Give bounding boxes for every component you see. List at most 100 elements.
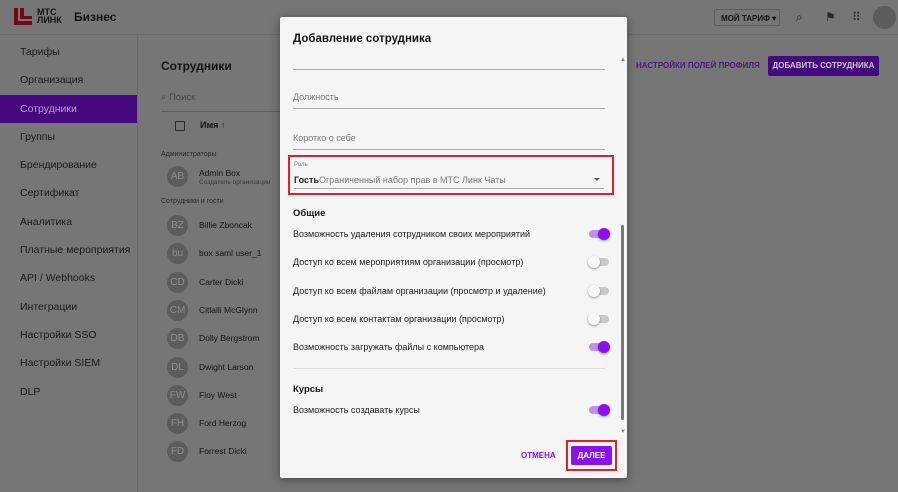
dialog-scrollbar[interactable]: ▲ ▼ (619, 57, 626, 437)
permission-toggle[interactable] (589, 341, 610, 354)
avatar: DL (167, 356, 188, 378)
toggle-knob (588, 256, 600, 269)
mts-link-logo (14, 8, 32, 25)
flag-icon[interactable]: ⚑ (825, 10, 836, 24)
sidebar-item-groups[interactable]: Группы (0, 123, 137, 151)
my-tariff-dropdown[interactable]: МОЙ ТАРИФ ▾ (714, 9, 780, 26)
role-value: Гость (294, 175, 319, 185)
next-button-highlight: ДАЛЕЕ (566, 440, 617, 471)
sidebar-item-tariffs[interactable]: Тарифы (0, 38, 137, 66)
column-name-header[interactable]: Имя ↑ (200, 120, 225, 130)
person-name: Forrest Dicki (199, 446, 247, 457)
scroll-up-icon[interactable]: ▲ (620, 57, 626, 63)
permission-row: Доступ ко всем контактам организации (пр… (293, 312, 609, 327)
permission-label: Возможность удаления сотрудником своих м… (293, 229, 531, 239)
list-item[interactable]: FD Forrest Dicki (167, 441, 277, 469)
toggle-knob (598, 404, 610, 416)
sidebar-item-organization[interactable]: Организация (0, 66, 137, 94)
avatar: CM (167, 299, 188, 321)
brand-name: Бизнес (74, 10, 117, 24)
add-employee-dialog: Добавление сотрудника Должность Коротко … (280, 17, 627, 478)
sidebar-item-sso[interactable]: Настройки SSO (0, 321, 137, 349)
permission-row: Доступ ко всем файлам организации (просм… (293, 284, 609, 299)
person-name: Carter Dicki (199, 276, 244, 287)
person-name: Floy West (199, 389, 237, 400)
about-input[interactable]: Коротко о себе (293, 133, 605, 150)
avatar: CD (167, 271, 188, 293)
person-name: Ford Herzog (199, 418, 247, 429)
role-select[interactable]: Роль Гость Ограниченный набор прав в МТС… (288, 155, 614, 195)
list-item[interactable]: AB Admin Box Создатель организации (167, 166, 277, 194)
permission-toggle[interactable] (588, 284, 609, 297)
permission-label: Возможность загружать файлы с компьютера (293, 342, 485, 353)
permission-row: Возможность удаления сотрудником своих м… (293, 228, 610, 242)
sidebar-item-analytics[interactable]: Аналитика (0, 208, 137, 236)
person-name: Dolly Bergstrom (199, 333, 260, 344)
profile-fields-settings-link[interactable]: НАСТРОЙКИ ПОЛЕЙ ПРОФИЛЯ (636, 61, 760, 70)
sidebar-item-paid-events[interactable]: Платные мероприятия (0, 236, 137, 264)
toggle-knob (588, 284, 600, 297)
toggle-knob (598, 341, 610, 354)
person-name: box saml user_1 (199, 248, 262, 259)
cancel-button[interactable]: ОТМЕНА (521, 451, 556, 460)
sidebar-item-dlp[interactable]: DLP (0, 378, 137, 406)
list-item[interactable]: bu box saml user_1 (167, 243, 277, 271)
dialog-title: Добавление сотрудника (293, 33, 432, 45)
sidebar-item-branding[interactable]: Брендирование (0, 151, 137, 179)
list-item[interactable]: DB Dolly Bergstrom (167, 328, 277, 356)
divider (293, 368, 605, 369)
next-button[interactable]: ДАЛЕЕ (571, 446, 612, 465)
staff-section-label: Сотрудники и гости (161, 198, 224, 205)
sidebar-item-siem[interactable]: Настройки SIEM (0, 349, 137, 377)
permission-toggle[interactable] (588, 256, 609, 269)
permission-row: Доступ ко всем мероприятиям организации … (293, 256, 609, 270)
sidebar: Тарифы Организация Сотрудники Группы Бре… (0, 35, 138, 492)
list-item[interactable]: BZ Billie Zboncak (167, 215, 277, 243)
person-name: Citlalli McGlynn (199, 304, 258, 315)
permission-toggle[interactable] (588, 312, 609, 325)
person-role: Создатель организации (199, 179, 271, 186)
avatar: bu (167, 243, 188, 265)
courses-heading: Курсы (293, 384, 324, 395)
sidebar-item-integrations[interactable]: Интеграции (0, 293, 137, 321)
avatar: BZ (167, 215, 188, 236)
list-item[interactable]: CM Citlalli McGlynn (167, 299, 277, 328)
person-name: Dwight Larson (199, 361, 254, 372)
sidebar-item-certificate[interactable]: Сертификат (0, 179, 137, 207)
permission-toggle[interactable] (589, 228, 610, 240)
search-icon[interactable]: ⌕ (796, 10, 803, 25)
chevron-down-icon (594, 178, 600, 181)
toggle-knob (598, 228, 610, 240)
add-employee-button[interactable]: ДОБАВИТЬ СОТРУДНИКА (768, 56, 879, 76)
sidebar-item-employees[interactable]: Сотрудники (0, 94, 137, 123)
logo-text: МТС ЛИНК (37, 7, 62, 25)
permission-row: Возможность создавать курсы (293, 404, 610, 418)
search-input[interactable]: ⌕ Поиск (161, 92, 291, 112)
permission-toggle[interactable] (589, 404, 610, 416)
person-name: Billie Zboncak (199, 220, 252, 230)
list-item[interactable]: DL Dwight Larson (167, 356, 277, 385)
page-title: Сотрудники (161, 59, 232, 73)
permission-label: Доступ ко всем контактам организации (пр… (293, 313, 505, 324)
previous-field[interactable] (293, 63, 605, 70)
role-description: Ограниченный набор прав в МТС Линк Чаты (319, 175, 506, 185)
user-avatar[interactable] (873, 6, 896, 29)
role-label: Роль (294, 162, 308, 168)
scrollbar-thumb[interactable] (621, 225, 624, 420)
avatar: FD (167, 441, 188, 463)
list-item[interactable]: FH Ford Herzog (167, 413, 277, 441)
role-underline (294, 188, 604, 189)
avatar: FH (167, 413, 188, 435)
permission-label: Доступ ко всем файлам организации (просм… (293, 285, 546, 296)
apps-grid-icon[interactable]: ⠿ (852, 10, 861, 24)
sidebar-item-api[interactable]: API / Webhooks (0, 264, 137, 292)
avatar: DB (167, 328, 188, 350)
toggle-knob (588, 312, 600, 325)
position-input[interactable]: Должность (293, 92, 605, 109)
list-item[interactable]: FW Floy West (167, 384, 277, 413)
select-all-checkbox[interactable] (175, 121, 185, 131)
permission-row: Возможность загружать файлы с компьютера (293, 341, 610, 355)
list-item[interactable]: CD Carter Dicki (167, 271, 277, 300)
scroll-down-icon[interactable]: ▼ (620, 429, 626, 435)
avatar: FW (167, 384, 188, 406)
